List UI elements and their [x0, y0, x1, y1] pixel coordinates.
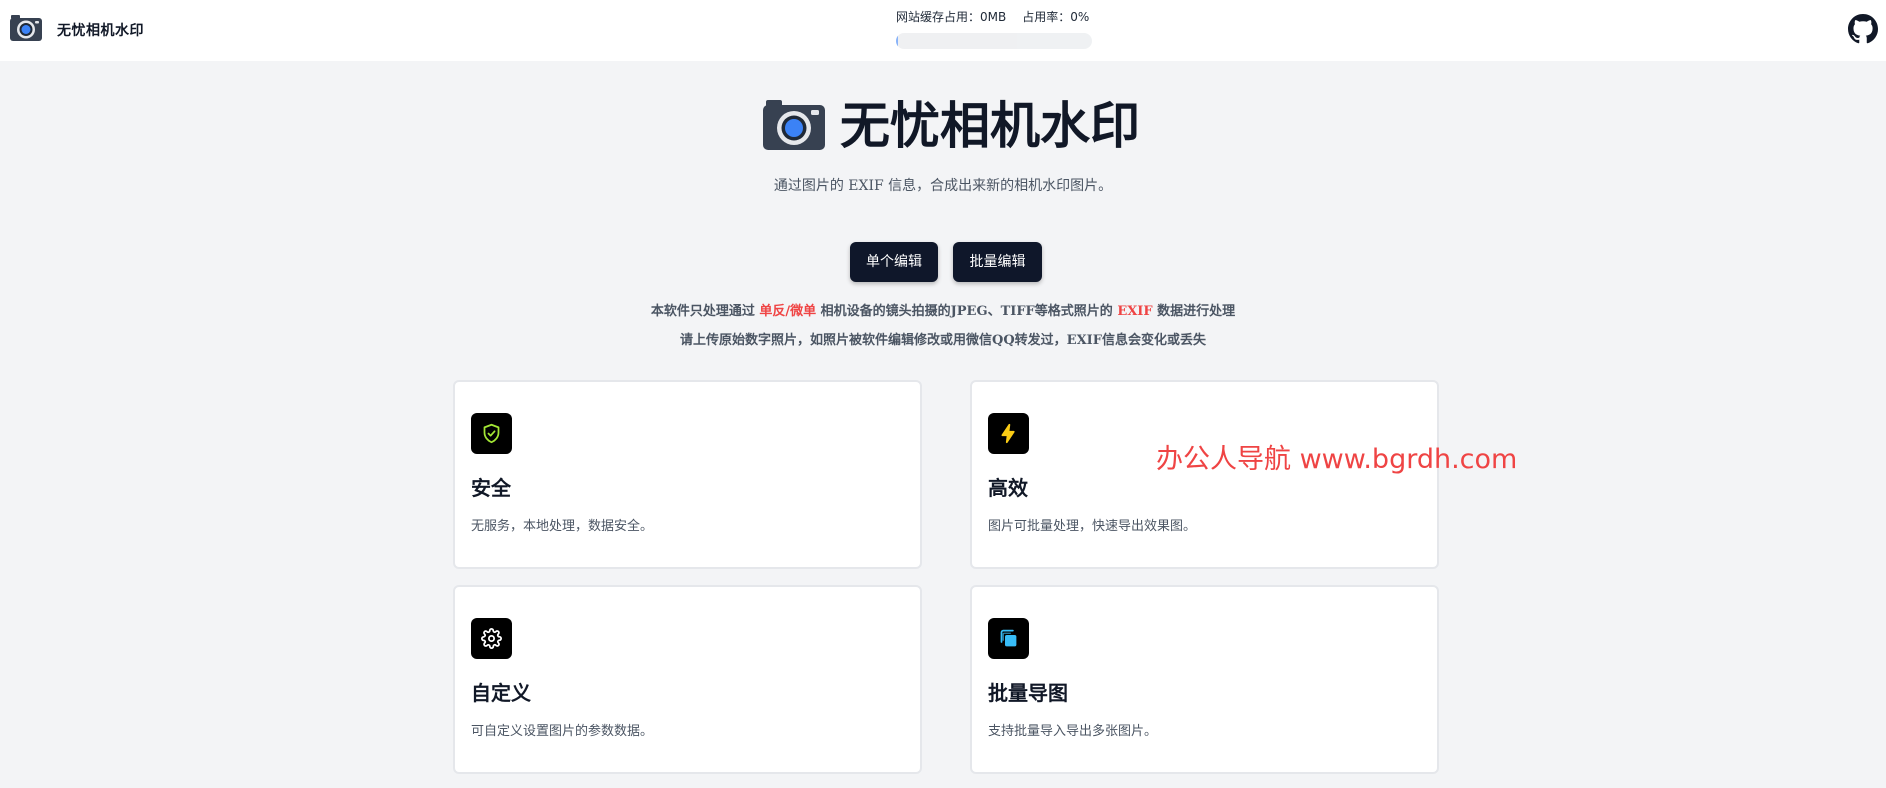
- cache-progress-fill: [896, 33, 898, 49]
- copy-stack-icon: [1000, 629, 1017, 647]
- batch-edit-button[interactable]: 批量编辑: [953, 242, 1042, 282]
- feature-card-batch: 批量导图 支持批量导入导出多张图片。: [970, 585, 1439, 774]
- cache-rate-label: 占用率：0%: [1022, 10, 1090, 24]
- top-navbar: 无忧相机水印 网站缓存占用：0MB 占用率：0%: [0, 0, 1886, 61]
- feature-card-security: 安全 无服务，本地处理，数据安全。: [453, 380, 922, 569]
- feature-title: 高效: [988, 476, 1028, 500]
- feature-desc: 图片可批量处理，快速导出效果图。: [988, 519, 1197, 534]
- notice-line-1: 本软件只处理通过 单反/微单 相机设备的镜头拍摄的JPEG、TIFF等格式照片的…: [650, 304, 1236, 319]
- github-icon[interactable]: [1848, 14, 1878, 44]
- camera-logo-icon: [10, 15, 42, 41]
- cache-size-label: 网站缓存占用：0MB: [896, 10, 1007, 24]
- notice-line-2: 请上传原始数字照片，如照片被软件编辑修改或用微信QQ转发过，EXIF信息会变化或…: [680, 333, 1206, 348]
- cache-progress-bar: [896, 33, 1092, 49]
- site-watermark: 办公人导航 www.bgrdh.com: [1156, 444, 1518, 475]
- hero-subtitle: 通过图片的 EXIF 信息，合成出来新的相机水印图片。: [773, 178, 1113, 194]
- shield-check-icon: [483, 423, 500, 444]
- nav-title: 无忧相机水印: [57, 23, 144, 39]
- feature-desc: 支持批量导入导出多张图片。: [988, 724, 1158, 739]
- hero-title: 无忧相机水印: [840, 97, 1140, 155]
- gear-icon: [481, 628, 502, 649]
- feature-title: 批量导图: [988, 681, 1068, 705]
- feature-desc: 可自定义设置图片的参数数据。: [471, 724, 654, 739]
- hero-camera-icon: [763, 100, 825, 150]
- camera-type-highlight: 单反/微单: [759, 304, 817, 319]
- lightning-icon: [1001, 423, 1015, 444]
- cache-usage: 网站缓存占用：0MB 占用率：0%: [896, 8, 1096, 49]
- feature-title: 自定义: [471, 681, 531, 705]
- single-edit-button[interactable]: 单个编辑: [850, 242, 938, 282]
- feature-desc: 无服务，本地处理，数据安全。: [471, 519, 654, 534]
- feature-title: 安全: [471, 476, 511, 500]
- feature-card-custom: 自定义 可自定义设置图片的参数数据。: [453, 585, 922, 774]
- exif-highlight: EXIF: [1117, 304, 1153, 319]
